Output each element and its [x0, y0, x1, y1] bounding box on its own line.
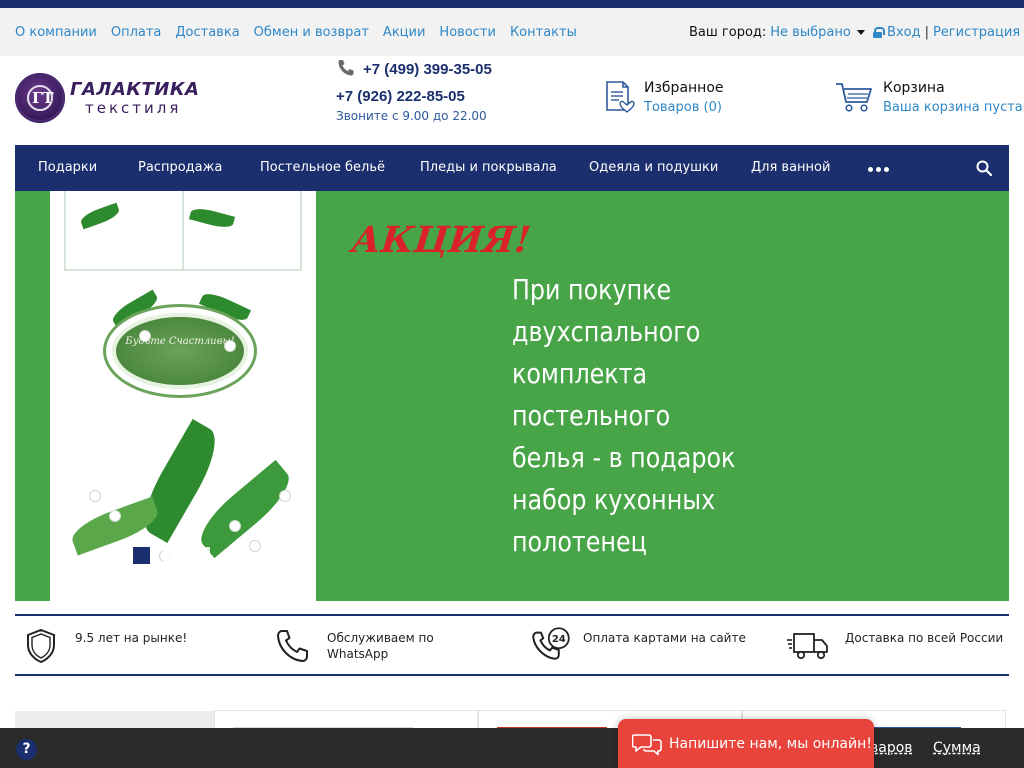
- favorites-list-icon: [606, 81, 635, 113]
- mainnav-item-sale[interactable]: Распродажа: [138, 160, 222, 175]
- banner-product-card-image: Будьте Счастливы!: [50, 191, 316, 601]
- topnav-link-promotions[interactable]: Акции: [383, 25, 426, 40]
- help-icon[interactable]: ?: [16, 739, 37, 760]
- promo-line: двухспального: [512, 315, 701, 348]
- phone-icon: [277, 630, 308, 662]
- topnav-link-about[interactable]: О компании: [15, 25, 97, 40]
- slider-pagination: [133, 547, 210, 564]
- auth-links: Вход | Регистрация: [873, 25, 1020, 40]
- towel-preview-frame: [64, 191, 302, 271]
- city-value[interactable]: Не выбрано: [770, 25, 851, 40]
- truck-icon: [787, 633, 828, 660]
- logo-subtitle: текстиля: [85, 99, 182, 117]
- mainnav-item-gifts[interactable]: Подарки: [38, 160, 97, 175]
- slider-dot-3[interactable]: [193, 547, 210, 564]
- mainnav-item-bedding[interactable]: Постельное бельё: [260, 160, 385, 175]
- more-dots-icon[interactable]: [868, 167, 889, 172]
- banner-card-emblem: Будьте Счастливы!: [112, 313, 248, 389]
- call-hours: Звоните с 9.00 до 22.00: [336, 109, 487, 123]
- lock-icon: [873, 27, 885, 38]
- chat-button-label: Напишите нам, мы онлайн!: [669, 736, 872, 752]
- slider-dot-1[interactable]: [133, 547, 150, 564]
- city-label: Ваш город:: [689, 25, 767, 40]
- shield-icon: [27, 628, 55, 664]
- top-bar: О компании Оплата Доставка Обмен и возвр…: [0, 8, 1024, 56]
- advantage-text: Доставка по всей России: [845, 631, 1004, 645]
- favorites-title: Избранное: [644, 80, 724, 96]
- top-accent-stripe: [0, 0, 1024, 8]
- promo-banner-slider[interactable]: Будьте Счастливы! АКЦИЯ! При покупке дву…: [15, 191, 1009, 601]
- cart-title: Корзина: [883, 80, 945, 96]
- promo-line: белья - в подарок: [512, 441, 736, 474]
- promo-title: АКЦИЯ!: [349, 219, 533, 261]
- search-icon[interactable]: [976, 160, 992, 176]
- topnav-link-news[interactable]: Новости: [439, 25, 496, 40]
- topnav-link-payment[interactable]: Оплата: [111, 25, 162, 40]
- site-logo[interactable]: ГТ ГАЛАКТИКА текстиля: [15, 73, 199, 125]
- chevron-down-icon[interactable]: [856, 30, 865, 35]
- phone-number-secondary[interactable]: +7 (926) 222-85-05: [336, 88, 465, 105]
- online-chat-button[interactable]: Напишите нам, мы онлайн!: [618, 719, 874, 768]
- main-navigation: Подарки Распродажа Постельное бельё Плед…: [15, 145, 1009, 191]
- advantage-text: Обслуживаем по WhatsApp: [327, 631, 434, 661]
- logo-title: ГАЛАКТИКА: [70, 79, 200, 100]
- shopping-cart-icon: [836, 83, 872, 112]
- promo-line: комплекта постельного: [512, 357, 671, 432]
- promo-line: набор кухонных: [512, 483, 716, 516]
- svg-text:24: 24: [552, 634, 566, 645]
- chat-bubbles-icon: [632, 734, 662, 756]
- phone-number-primary[interactable]: +7 (499) 399-35-05: [363, 61, 492, 78]
- mainnav-item-bathroom[interactable]: Для ванной: [751, 160, 830, 175]
- advantage-text: 9.5 лет на рынке!: [75, 631, 188, 645]
- topnav-link-contacts[interactable]: Контакты: [510, 25, 577, 40]
- register-link[interactable]: Регистрация: [933, 25, 1020, 40]
- bottom-items-link[interactable]: варов: [870, 740, 913, 756]
- bottom-sum-link[interactable]: Сумма: [933, 740, 981, 756]
- advantage-text: Оплата картами на сайте: [583, 631, 746, 645]
- promo-line: полотенец: [512, 525, 647, 558]
- favorites-count[interactable]: Товаров (0): [644, 100, 722, 115]
- topnav-link-delivery[interactable]: Доставка: [175, 25, 239, 40]
- phone-icon: [338, 60, 354, 76]
- login-link[interactable]: Вход: [887, 25, 921, 40]
- auth-separator: |: [924, 25, 929, 40]
- top-navigation: О компании Оплата Доставка Обмен и возвр…: [15, 25, 577, 40]
- slider-dot-2[interactable]: [163, 547, 180, 564]
- topnav-link-returns[interactable]: Обмен и возврат: [254, 25, 369, 40]
- mainnav-item-duvets-pillows[interactable]: Одеяла и подушки: [589, 160, 718, 175]
- cart-status[interactable]: Ваша корзина пуста: [883, 100, 1023, 115]
- promo-description: При покупке двухспального комплекта пост…: [512, 269, 767, 563]
- mainnav-item-blankets-covers[interactable]: Пледы и покрывала: [420, 160, 557, 175]
- city-selector[interactable]: Ваш город: Не выбрано: [689, 25, 865, 40]
- promo-line: При покупке: [512, 273, 672, 306]
- logo-monogram: ГТ: [32, 89, 54, 107]
- phone-24-icon: 24: [532, 627, 570, 660]
- store-advantages: 9.5 лет на рынке! Обслуживаем по WhatsAp…: [15, 614, 1009, 676]
